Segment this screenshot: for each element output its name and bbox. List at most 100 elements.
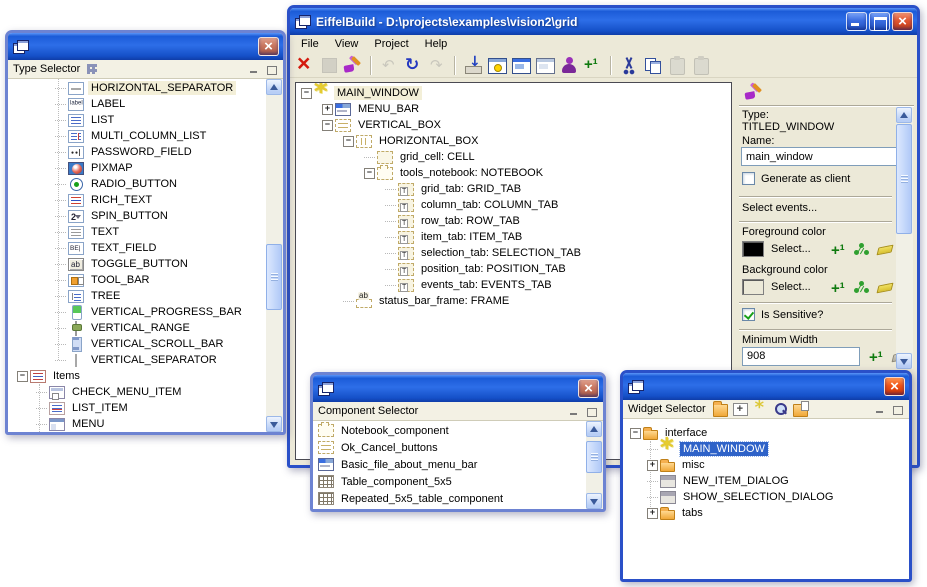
tree-row-rich-text[interactable]: RICH_TEXT — [9, 192, 283, 208]
tree-row-text[interactable]: TEXT — [9, 224, 283, 240]
tree-row-main-window[interactable]: MAIN_WINDOW — [624, 441, 909, 457]
tree-row-grid-tab-grid-tab[interactable]: grid_tab: GRID_TAB — [297, 181, 731, 197]
tree-row-radio-button[interactable]: RADIO_BUTTON — [9, 176, 283, 192]
window-titled-icon[interactable] — [510, 55, 532, 76]
restore-button[interactable] — [265, 64, 278, 75]
roll-up-button[interactable] — [568, 406, 581, 417]
scroll-down-button[interactable] — [586, 493, 602, 509]
tree-row-table-component-5x5[interactable]: Table_component_5x5 — [316, 473, 603, 490]
inherit-value-icon[interactable] — [853, 280, 869, 295]
tree-row-spin-button[interactable]: SPIN_BUTTON — [9, 208, 283, 224]
tree-row-menu[interactable]: MENU — [9, 416, 283, 432]
widget-selector-caption[interactable]: Widget Selector — [623, 400, 909, 419]
maximize-button[interactable] — [869, 12, 890, 31]
tree-row-main-window[interactable]: −MAIN_WINDOW — [297, 85, 731, 101]
menu-view[interactable]: View — [327, 36, 367, 52]
tree-row-toggle-button[interactable]: TOGGLE_BUTTON — [9, 256, 283, 272]
settings-window-icon[interactable] — [486, 55, 508, 76]
add-constant-icon[interactable] — [829, 241, 846, 257]
minimize-button[interactable] — [846, 12, 867, 31]
window-plain-icon[interactable] — [534, 55, 556, 76]
tree-row-tree[interactable]: Tree — [316, 507, 603, 509]
restore-button[interactable] — [585, 406, 598, 417]
tree-row-password-field[interactable]: PASSWORD_FIELD — [9, 144, 283, 160]
user-icon[interactable] — [558, 55, 580, 76]
tree-row-misc[interactable]: +misc — [624, 457, 909, 473]
reset-value-icon[interactable] — [876, 281, 892, 294]
cut-icon[interactable] — [618, 55, 640, 76]
background-color-swatch[interactable] — [742, 279, 764, 295]
expand-box[interactable]: + — [322, 104, 333, 115]
foreground-select-button[interactable]: Select... — [771, 243, 811, 255]
tree-row-horizontal-box[interactable]: −HORIZONTAL_BOX — [297, 133, 731, 149]
customize-icon[interactable] — [342, 55, 364, 76]
tree-row-tools-notebook-notebook[interactable]: −tools_notebook: NOTEBOOK — [297, 165, 731, 181]
close-button[interactable] — [884, 377, 905, 396]
tree-row-status-bar-frame-frame[interactable]: status_bar_frame: FRAME — [297, 293, 731, 309]
tree-row-menu-bar[interactable]: +MENU_BAR — [297, 101, 731, 117]
type-selector-caption[interactable]: Type Selector — [8, 60, 283, 79]
tree-row-check-menu-item[interactable]: CHECK_MENU_ITEM — [9, 384, 283, 400]
scroll-down-button[interactable] — [266, 416, 282, 432]
add-constant-icon[interactable] — [867, 348, 884, 364]
tree-row-item-tab-item-tab[interactable]: item_tab: ITEM_TAB — [297, 229, 731, 245]
add-constant-icon[interactable] — [829, 279, 846, 295]
expand-box[interactable]: + — [647, 508, 658, 519]
collapse-box[interactable]: − — [301, 88, 312, 99]
scroll-up-button[interactable] — [266, 79, 282, 95]
reset-value-icon[interactable] — [876, 243, 892, 256]
folder-icon[interactable] — [713, 404, 728, 417]
tree-row-text-field[interactable]: TEXT_FIELD — [9, 240, 283, 256]
foreground-color-swatch[interactable] — [742, 241, 764, 257]
folder-doc-icon[interactable] — [793, 404, 808, 417]
tree-row-vertical-range[interactable]: VERTICAL_RANGE — [9, 320, 283, 336]
search-icon[interactable] — [773, 403, 788, 416]
scroll-thumb[interactable] — [586, 441, 602, 473]
background-select-button[interactable]: Select... — [771, 281, 811, 293]
main-titlebar[interactable]: EiffelBuild - D:\projects\examples\visio… — [290, 8, 917, 35]
type-selector-titlebar[interactable] — [8, 33, 283, 60]
select-events-button[interactable]: Select events... — [742, 202, 817, 214]
menu-project[interactable]: Project — [366, 36, 416, 52]
close-button[interactable] — [258, 37, 279, 56]
expand-box[interactable]: + — [647, 460, 658, 471]
tree-row-repeated-5x5-table-component[interactable]: Repeated_5x5_table_component — [316, 490, 603, 507]
collapse-box[interactable]: − — [630, 428, 641, 439]
collapse-box[interactable]: − — [343, 136, 354, 147]
tree-row-notebook-component[interactable]: Notebook_component — [316, 422, 603, 439]
tree-row-grid-cell-cell[interactable]: grid_cell: CELL — [297, 149, 731, 165]
tree-row-row-tab-row-tab[interactable]: row_tab: ROW_TAB — [297, 213, 731, 229]
tree-row-list[interactable]: LIST — [9, 112, 283, 128]
scroll-thumb[interactable] — [266, 244, 282, 310]
scroll-down-button[interactable] — [896, 353, 912, 369]
collapse-box[interactable]: − — [364, 168, 375, 179]
is-sensitive-checkbox[interactable] — [742, 308, 755, 321]
roll-up-button[interactable] — [248, 64, 261, 75]
collapse-box[interactable]: − — [322, 120, 333, 131]
tree-row-horizontal-separator[interactable]: HORIZONTAL_SEPARATOR — [9, 80, 283, 96]
tree-row-tree[interactable]: TREE — [9, 288, 283, 304]
delete-icon[interactable] — [294, 55, 316, 76]
tree-row-label[interactable]: LABEL — [9, 96, 283, 112]
swap-icon[interactable] — [402, 55, 424, 76]
tree-row-position-tab-position-tab[interactable]: position_tab: POSITION_TAB — [297, 261, 731, 277]
tree-row-selection-tab-selection-tab[interactable]: selection_tab: SELECTION_TAB — [297, 245, 731, 261]
component-selector-titlebar[interactable] — [313, 375, 603, 402]
tree-row-items[interactable]: −Items — [9, 368, 283, 384]
inherit-value-icon[interactable] — [853, 242, 869, 257]
close-button[interactable] — [892, 12, 913, 31]
widget-selector-titlebar[interactable] — [623, 373, 909, 400]
tree-row-column-tab-column-tab[interactable]: column_tab: COLUMN_TAB — [297, 197, 731, 213]
restore-button[interactable] — [891, 404, 904, 415]
scroll-up-button[interactable] — [586, 421, 602, 437]
tree-row-vertical-scroll-bar[interactable]: VERTICAL_SCROLL_BAR — [9, 336, 283, 352]
minimum-width-input[interactable] — [742, 347, 860, 366]
menu-help[interactable]: Help — [417, 36, 456, 52]
collapse-box[interactable]: − — [17, 371, 28, 382]
tree-row-new-item-dialog[interactable]: NEW_ITEM_DIALOG — [624, 473, 909, 489]
tree-row-vertical-progress-bar[interactable]: VERTICAL_PROGRESS_BAR — [9, 304, 283, 320]
tree-row-show-selection-dialog[interactable]: SHOW_SELECTION_DIALOG — [624, 489, 909, 505]
tree-row-vertical-box[interactable]: −VERTICAL_BOX — [297, 117, 731, 133]
generate-as-client-checkbox[interactable] — [742, 172, 755, 185]
tree-row-tabs[interactable]: +tabs — [624, 505, 909, 521]
